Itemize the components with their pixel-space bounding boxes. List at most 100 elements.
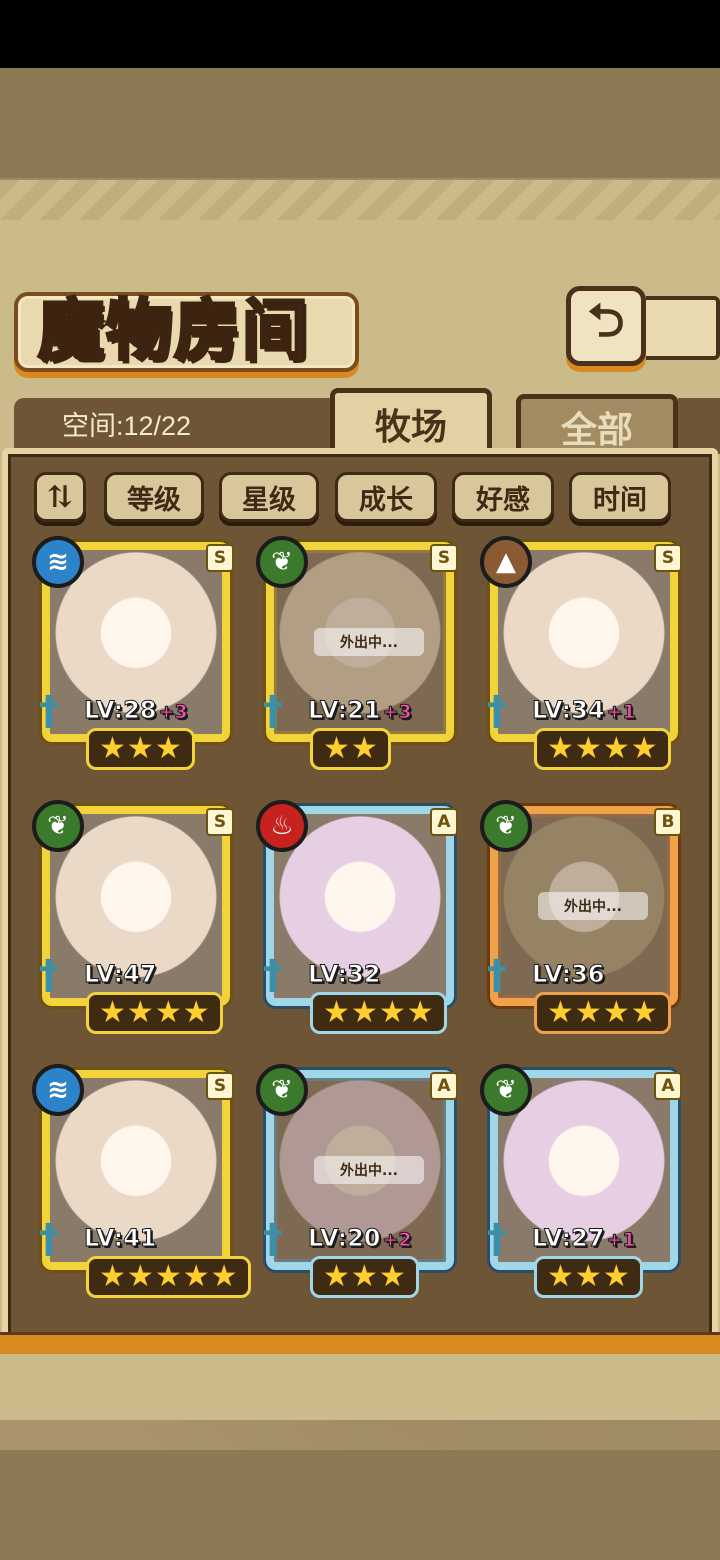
level-bonus: +1 [606,701,636,724]
map-band-bottom [0,1450,720,1560]
star-icon: ★ [630,731,658,766]
rank-badge: S [654,544,682,572]
level-value: LV:28 [83,696,157,725]
back-button-tail [646,296,720,360]
star-rating: ★ ★ [310,728,391,770]
level-label: LV:32 [307,960,382,992]
away-status: 外出中... [538,892,648,920]
star-icon: ★ [323,995,350,1030]
monster-card[interactable]: 外出中... S ❦ † LV:21 +3 ★ ★ [256,536,466,776]
level-label: LV:34 +1 [531,696,636,728]
water-element-icon: ≋ [32,1064,84,1116]
level-label: LV:20 +2 [307,1224,412,1256]
rank-badge: S [206,808,234,836]
star-icon: ★ [574,731,602,766]
level-bonus: +3 [382,701,412,724]
level-value: LV:34 [531,696,605,725]
level-label: LV:47 [83,960,158,992]
star-rating: ★ ★ ★ [310,1256,419,1298]
star-icon: ★ [154,1259,182,1294]
sort-order-toggle[interactable]: ⇅ [34,472,86,522]
star-icon: ★ [574,995,602,1030]
star-icon: ★ [126,995,154,1030]
sort-order-icon: ⇅ [47,479,73,515]
water-element-icon: ≋ [32,536,84,588]
star-icon: ★ [99,995,126,1030]
level-label: LV:36 [531,960,606,992]
star-icon: ★ [154,995,182,1030]
monster-card[interactable]: S ≋ † LV:41 ★ ★ ★ ★ ★ [32,1064,251,1304]
star-icon: ★ [574,1259,602,1294]
sort-button-stars[interactable]: 星级 [219,472,319,522]
grass-element-icon: ❦ [480,800,532,852]
back-button[interactable]: ⮌ [566,286,646,366]
star-rating: ★ ★ ★ ★ ★ [86,1256,251,1298]
star-rating: ★ ★ ★ ★ [534,992,671,1034]
sort-button-level[interactable]: 等级 [104,472,204,522]
rank-badge: S [206,1072,234,1100]
sort-button-growth[interactable]: 成长 [335,472,437,522]
level-label: LV:21 +3 [307,696,412,728]
level-bonus: +1 [606,1229,636,1252]
sword-icon: † [39,952,59,998]
monster-card[interactable]: A ❦ † LV:27 +1 ★ ★ ★ [480,1064,690,1304]
level-value: LV:47 [83,960,157,989]
level-bonus: +2 [382,1229,412,1252]
star-icon: ★ [378,1259,406,1294]
sort-button-affection[interactable]: 好感 [452,472,554,522]
tab-all[interactable]: 全部 [516,394,678,454]
sword-icon: † [263,688,283,734]
monster-card[interactable]: S ❦ † LV:47 ★ ★ ★ ★ [32,800,242,1040]
level-label: LV:28 +3 [83,696,188,728]
sword-icon: † [39,1216,59,1262]
away-status: 外出中... [314,1156,424,1184]
level-value: LV:21 [307,696,381,725]
sword-icon: † [263,1216,283,1262]
tab-ranch[interactable]: 牧场 [330,388,492,454]
star-icon: ★ [406,995,434,1030]
return-arrow-icon: ⮌ [587,293,625,347]
star-icon: ★ [210,1259,238,1294]
sword-icon: † [487,688,507,734]
rank-badge: S [430,544,458,572]
star-icon: ★ [350,995,378,1030]
star-rating: ★ ★ ★ ★ [310,992,447,1034]
star-rating: ★ ★ ★ ★ [534,728,671,770]
star-rating: ★ ★ ★ [534,1256,643,1298]
level-value: LV:20 [307,1224,381,1253]
star-rating: ★ ★ ★ [86,728,195,770]
map-band-top [0,68,720,178]
sword-icon: † [487,952,507,998]
grass-element-icon: ❦ [32,800,84,852]
star-icon: ★ [99,731,126,766]
star-icon: ★ [350,1259,378,1294]
space-capacity-label: 空间:12/22 [62,411,192,441]
page-title: 魔物房间 [37,290,310,371]
monster-card[interactable]: 外出中... A ❦ † LV:20 +2 ★ ★ ★ [256,1064,466,1304]
monster-card[interactable]: S ▲ † LV:34 +1 ★ ★ ★ ★ [480,536,690,776]
status-bar-area [0,0,720,68]
earth-element-icon: ▲ [480,536,532,588]
level-label: LV:27 +1 [531,1224,636,1256]
frame-bottom-border [0,1332,720,1354]
grass-element-icon: ❦ [256,1064,308,1116]
star-icon: ★ [126,1259,154,1294]
sword-icon: † [39,688,59,734]
level-label: LV:41 [83,1224,158,1256]
panel-zigzag-edge [0,180,720,220]
star-icon: ★ [547,731,574,766]
fire-element-icon: ♨ [256,800,308,852]
monster-card[interactable]: S ≋ † LV:28 +3 ★ ★ ★ [32,536,242,776]
star-icon: ★ [378,995,406,1030]
rank-badge: A [430,1072,458,1100]
star-icon: ★ [602,995,630,1030]
level-value: LV:32 [307,960,381,989]
star-icon: ★ [99,1259,126,1294]
level-bonus: +3 [158,701,188,724]
monster-card[interactable]: 外出中... B ❦ † LV:36 ★ ★ ★ ★ [480,800,690,1040]
star-icon: ★ [182,1259,210,1294]
monster-card[interactable]: A ♨ † LV:32 ★ ★ ★ ★ [256,800,466,1040]
star-icon: ★ [182,995,210,1030]
tab-strip-end [678,398,720,454]
sort-button-time[interactable]: 时间 [569,472,671,522]
